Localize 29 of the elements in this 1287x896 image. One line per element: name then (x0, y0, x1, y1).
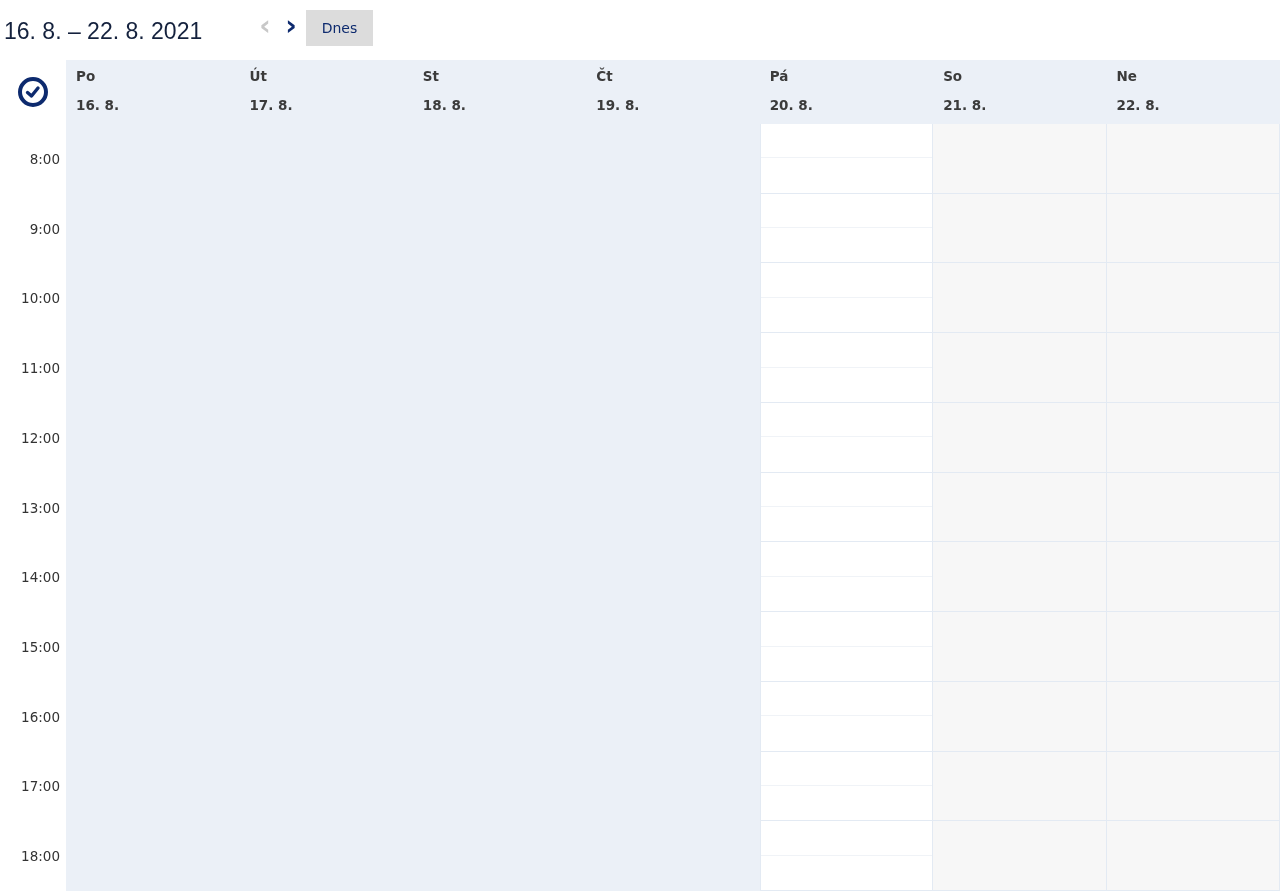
hour-label: 13:00 (21, 499, 60, 516)
hour-label: 18:00 (21, 848, 60, 865)
hour-label: 11:00 (21, 360, 60, 377)
hour-label: 8:00 (29, 150, 60, 167)
date-label: 20. 8. (769, 97, 813, 113)
date-label: 16. 8. (76, 97, 120, 113)
weekday-label: Čt (596, 68, 613, 84)
today-button[interactable]: Dnes (306, 9, 373, 46)
date-label: 19. 8. (596, 97, 640, 113)
weekday-label: Ne (1116, 68, 1138, 84)
date-range-title: 16. 8. – 22. 8. 2021 (4, 16, 204, 45)
weekday-label: Pá (769, 68, 789, 84)
date-label: 17. 8. (249, 97, 293, 113)
hour-label: 15:00 (21, 639, 60, 655)
clock-check-icon (17, 76, 49, 108)
next-week-button[interactable]: › (278, 11, 304, 44)
date-label: 18. 8. (422, 97, 466, 113)
date-label: 22. 8. (1116, 97, 1160, 113)
weekday-label: Po (76, 68, 96, 84)
weekday-label: St (422, 68, 440, 84)
date-label: 21. 8. (943, 97, 987, 113)
hour-label: 10:00 (21, 290, 60, 307)
hour-label: 9:00 (29, 220, 60, 237)
weekday-label: So (943, 68, 963, 84)
hour-label: 16:00 (21, 708, 60, 725)
weekday-label: Út (249, 68, 267, 84)
hour-label: 14:00 (21, 569, 60, 586)
hour-label: 12:00 (21, 429, 60, 446)
hour-label: 17:00 (21, 778, 60, 795)
